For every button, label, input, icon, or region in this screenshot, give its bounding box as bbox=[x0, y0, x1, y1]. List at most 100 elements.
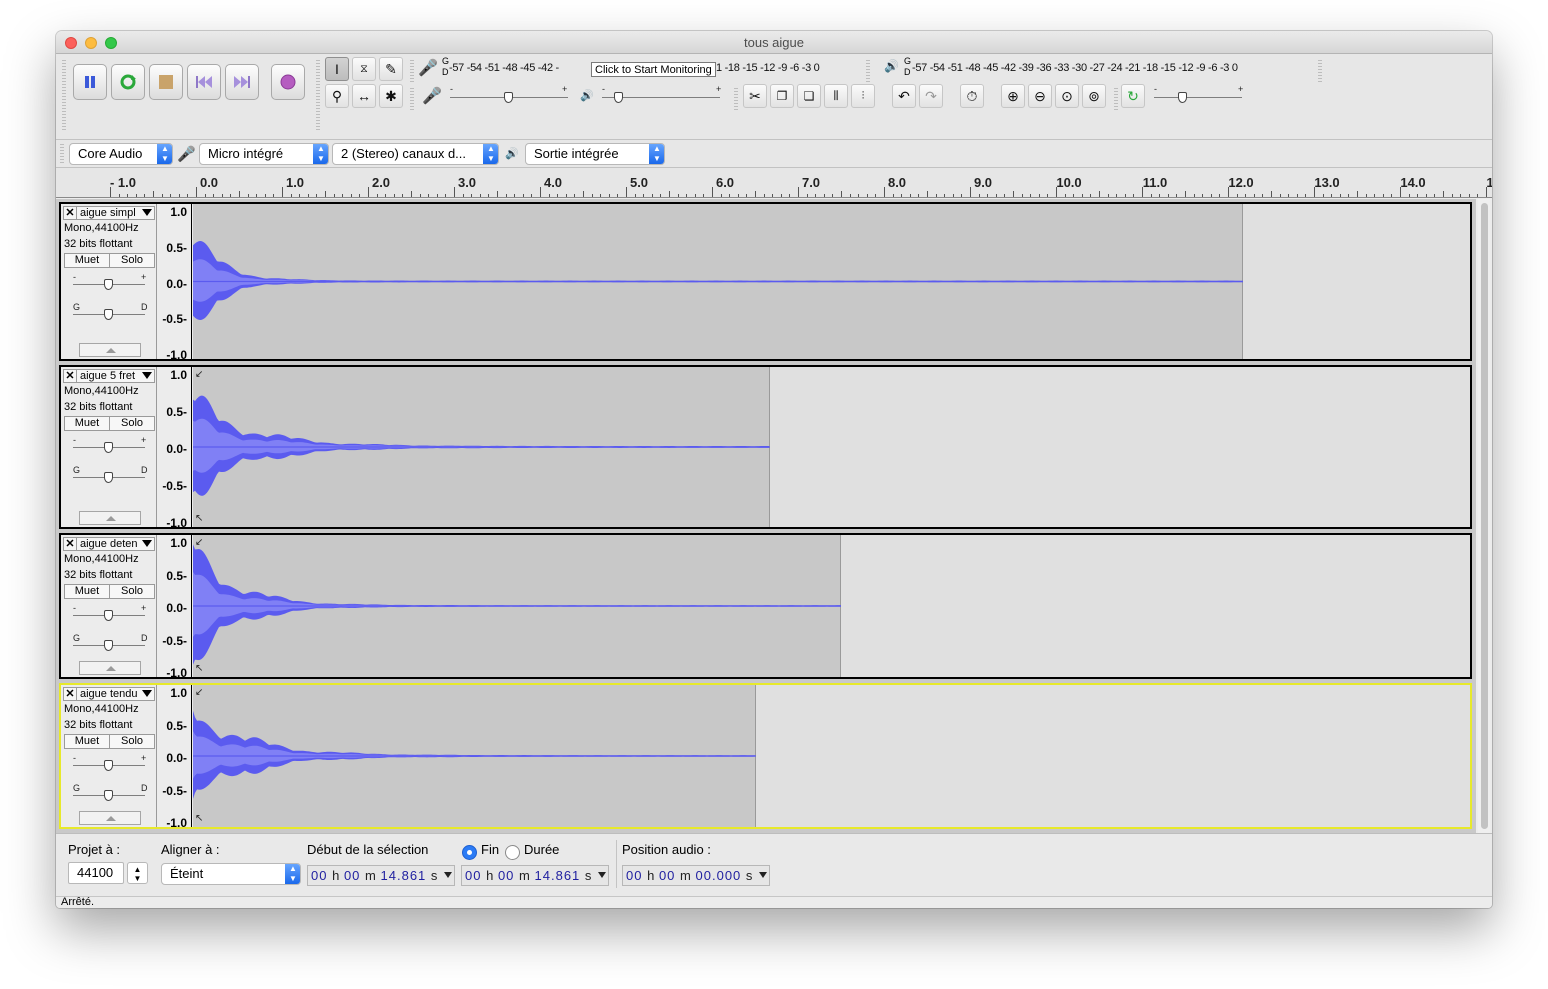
amplitude-ruler[interactable]: 1.0 0.5- 0.0- -0.5- -1.0 bbox=[158, 367, 192, 530]
audio-clip[interactable] bbox=[193, 685, 756, 827]
close-window-button[interactable] bbox=[65, 37, 77, 49]
cut-button[interactable]: ✂ bbox=[743, 84, 767, 108]
track-name-bar[interactable]: ✕ aigue tendu bbox=[63, 687, 155, 701]
sync-lock-button[interactable]: ⏱ bbox=[960, 84, 984, 108]
amplitude-ruler[interactable]: 1.0 0.5- 0.0- -0.5- -1.0 bbox=[158, 204, 192, 362]
loop-play-button[interactable] bbox=[111, 64, 145, 100]
zoom-tool-button[interactable]: ⚲ bbox=[325, 84, 349, 108]
selection-end-time[interactable]: 00 h 00 m 14.861 s bbox=[461, 865, 609, 886]
close-icon[interactable]: ✕ bbox=[64, 207, 77, 219]
mute-button[interactable]: Muet bbox=[64, 416, 110, 431]
end-radio[interactable] bbox=[462, 845, 477, 860]
pan-knob[interactable] bbox=[104, 472, 113, 483]
collapse-track-button[interactable] bbox=[79, 343, 141, 357]
collapse-track-button[interactable] bbox=[79, 661, 141, 675]
amplitude-ruler[interactable]: 1.0 0.5- 0.0- -0.5- -1.0 bbox=[158, 535, 192, 680]
waveform-area[interactable]: ↙ ↖ bbox=[193, 535, 1470, 677]
audio-host-select[interactable]: Core Audio ▲ ▼ bbox=[69, 143, 173, 165]
gain-knob[interactable] bbox=[104, 442, 113, 453]
solo-button[interactable]: Solo bbox=[109, 416, 155, 431]
waveform-area[interactable]: ↙ ↖ bbox=[193, 367, 1470, 527]
chevron-down-icon[interactable] bbox=[142, 372, 152, 379]
output-device-select[interactable]: Sortie intégrée ▲ ▼ bbox=[525, 143, 665, 165]
chevron-down-icon[interactable] bbox=[142, 209, 152, 216]
close-icon[interactable]: ✕ bbox=[64, 688, 77, 700]
paste-button[interactable]: ❏ bbox=[797, 84, 821, 108]
input-device-select[interactable]: Micro intégré ▲ ▼ bbox=[199, 143, 329, 165]
multi-tool-button[interactable]: ✱ bbox=[379, 84, 403, 108]
toolbar-grip[interactable] bbox=[316, 60, 320, 132]
record-button[interactable] bbox=[271, 64, 305, 100]
track-control-panel[interactable]: ✕ aigue deten Mono,44100Hz 32 bits flott… bbox=[61, 535, 157, 677]
selection-tool-button[interactable]: I bbox=[325, 57, 349, 81]
undo-button[interactable]: ↶ bbox=[892, 84, 916, 108]
record-meter-mic-icon[interactable]: 🎤 bbox=[418, 58, 438, 78]
zoom-out-button[interactable]: ⊖ bbox=[1028, 84, 1052, 108]
collapse-track-button[interactable] bbox=[79, 511, 141, 525]
solo-button[interactable]: Solo bbox=[109, 253, 155, 268]
track-name-bar[interactable]: ✕ aigue simpl bbox=[63, 206, 155, 220]
speed-slider[interactable] bbox=[1154, 97, 1242, 98]
pan-knob[interactable] bbox=[104, 640, 113, 651]
collapse-track-button[interactable] bbox=[79, 811, 141, 825]
audio-clip[interactable] bbox=[193, 204, 1243, 359]
minimize-window-button[interactable] bbox=[85, 37, 97, 49]
toolbar-grip[interactable] bbox=[1114, 88, 1118, 112]
chevron-down-icon[interactable] bbox=[142, 540, 152, 547]
snap-select[interactable]: Éteint ▲ ▼ bbox=[161, 863, 301, 885]
redo-button[interactable]: ↷ bbox=[919, 84, 943, 108]
track-name[interactable]: aigue simpl bbox=[80, 207, 136, 219]
toolbar-grip[interactable] bbox=[62, 60, 66, 132]
project-rate-input[interactable]: 44100 bbox=[68, 862, 124, 884]
toolbar-grip[interactable] bbox=[60, 144, 64, 164]
amplitude-ruler[interactable]: 1.0 0.5- 0.0- -0.5- -1.0 bbox=[158, 685, 192, 830]
gain-knob[interactable] bbox=[104, 760, 113, 771]
gain-knob[interactable] bbox=[104, 610, 113, 621]
fit-selection-button[interactable]: ⊙ bbox=[1055, 84, 1079, 108]
toolbar-grip[interactable] bbox=[410, 60, 414, 84]
end-label[interactable]: Fin bbox=[481, 842, 499, 857]
zoom-window-button[interactable] bbox=[105, 37, 117, 49]
monitor-tooltip[interactable]: Click to Start Monitoring bbox=[591, 62, 716, 77]
track-control-panel[interactable]: ✕ aigue 5 fret Mono,44100Hz 32 bits flot… bbox=[61, 367, 157, 527]
toolbar-grip[interactable] bbox=[734, 88, 738, 112]
gain-knob[interactable] bbox=[104, 279, 113, 290]
envelope-tool-button[interactable]: ⧖ bbox=[352, 57, 376, 81]
chevron-down-icon[interactable] bbox=[759, 872, 767, 878]
track-name[interactable]: aigue 5 fret bbox=[80, 370, 135, 382]
pan-knob[interactable] bbox=[104, 309, 113, 320]
pan-knob[interactable] bbox=[104, 790, 113, 801]
speed-knob[interactable] bbox=[1178, 92, 1187, 103]
timeline-ruler[interactable]: - 1.0 0.0 1.0 2.0 3.0 4.0 5.0 6.0 7.0 8.0 9.0 10.0 1… bbox=[56, 168, 1492, 198]
audio-track[interactable]: ✕ aigue 5 fret Mono,44100Hz 32 bits flot… bbox=[59, 365, 1472, 530]
mute-button[interactable]: Muet bbox=[64, 584, 110, 599]
chevron-down-icon[interactable] bbox=[142, 690, 152, 697]
trim-button[interactable]: ⫼ bbox=[824, 84, 848, 108]
selection-start-time[interactable]: 00 h 00 m 14.861 s bbox=[307, 865, 455, 886]
output-volume-knob[interactable] bbox=[614, 92, 623, 103]
timeshift-tool-button[interactable]: ↔ bbox=[352, 84, 376, 108]
length-radio[interactable] bbox=[505, 845, 520, 860]
skip-start-button[interactable] bbox=[187, 64, 221, 100]
audio-position-time[interactable]: 00 h 00 m 00.000 s bbox=[622, 865, 770, 886]
audio-clip[interactable] bbox=[193, 367, 770, 527]
track-name-bar[interactable]: ✕ aigue 5 fret bbox=[63, 369, 155, 383]
close-icon[interactable]: ✕ bbox=[64, 538, 77, 550]
audio-track[interactable]: ✕ aigue tendu Mono,44100Hz 32 bits flott… bbox=[59, 683, 1472, 830]
toolbar-grip[interactable] bbox=[866, 60, 870, 84]
vertical-scroll-thumb[interactable] bbox=[1481, 203, 1488, 829]
track-name[interactable]: aigue deten bbox=[80, 538, 138, 550]
vertical-scrollbar[interactable] bbox=[1478, 199, 1490, 834]
close-icon[interactable]: ✕ bbox=[64, 370, 77, 382]
record-meter-scale[interactable]: -57 -54 -51 -48 -45 -42 - bbox=[449, 62, 559, 74]
input-channels-select[interactable]: 2 (Stereo) canaux d... ▲ ▼ bbox=[332, 143, 499, 165]
track-name-bar[interactable]: ✕ aigue deten bbox=[63, 537, 155, 551]
zoom-in-button[interactable]: ⊕ bbox=[1001, 84, 1025, 108]
toolbar-grip[interactable] bbox=[1318, 60, 1322, 84]
audio-track[interactable]: ✕ aigue deten Mono,44100Hz 32 bits flott… bbox=[59, 533, 1472, 680]
audio-clip[interactable] bbox=[193, 535, 841, 677]
audio-track[interactable]: ✕ aigue simpl Mono,44100Hz 32 bits flott… bbox=[59, 202, 1472, 362]
chevron-down-icon[interactable] bbox=[598, 872, 606, 878]
copy-button[interactable]: ❐ bbox=[770, 84, 794, 108]
project-rate-stepper[interactable]: ▲ ▼ bbox=[127, 862, 148, 884]
